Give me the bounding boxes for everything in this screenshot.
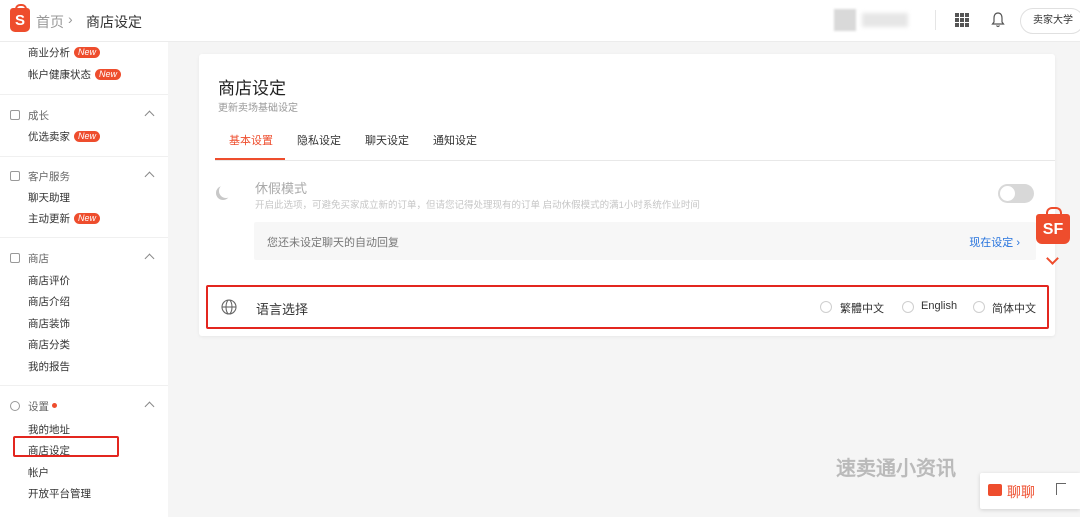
growth-icon xyxy=(10,110,20,120)
new-badge: New xyxy=(74,47,101,58)
sidebar-divider xyxy=(0,156,168,157)
bell-icon[interactable] xyxy=(991,12,1005,28)
radio-label-simplified-chinese[interactable]: 简体中文 xyxy=(992,300,1036,316)
tab-notification-settings[interactable]: 通知设定 xyxy=(433,132,477,148)
chat-button[interactable]: 聊聊 xyxy=(980,473,1080,509)
new-badge: New xyxy=(74,131,101,142)
shop-icon xyxy=(10,253,20,263)
sidebar-item-chat-assistant[interactable]: 聊天助理 xyxy=(28,190,70,205)
sidebar-item-account[interactable]: 帐户 xyxy=(28,465,49,480)
sidebar-item-proactive-update[interactable]: 主动更新 New xyxy=(28,211,101,226)
chevron-up-icon[interactable] xyxy=(144,253,155,264)
gear-icon xyxy=(10,401,20,411)
sidebar-divider xyxy=(0,385,168,386)
top-bar: S 首页 › 商店设定 卖家大学 xyxy=(0,0,1080,42)
highlight-box-shop-settings xyxy=(13,436,119,457)
sidebar-item-my-reports[interactable]: 我的报告 xyxy=(28,359,70,374)
sidebar-item-open-platform[interactable]: 开放平台管理 xyxy=(28,486,91,501)
watermark: 速卖通小资讯 xyxy=(836,458,956,480)
radio-english[interactable] xyxy=(902,301,914,313)
new-badge: New xyxy=(74,213,101,224)
chevron-up-icon[interactable] xyxy=(144,401,155,412)
vacation-mode-description: 开启此选项，可避免买家成立新的订单，但请您记得处理现有的订单 启动休假模式的满1… xyxy=(255,200,700,211)
page-subtitle: 更新卖场基础设定 xyxy=(218,103,298,114)
radio-label-traditional-chinese[interactable]: 繁體中文 xyxy=(840,300,884,316)
vacation-mode-title: 休假模式 xyxy=(255,181,308,196)
sidebar-item-business-insights[interactable]: 商业分析 New xyxy=(28,45,101,60)
breadcrumb-home[interactable]: 首页 xyxy=(36,12,64,32)
sidebar-group-settings[interactable]: 设置 xyxy=(10,399,57,414)
auto-reply-notice-text: 您还未设定聊天的自动回复 xyxy=(267,237,399,249)
auto-reply-notice: 您还未设定聊天的自动回复 现在设定 › xyxy=(254,222,1036,260)
sf-shopping-bag-icon[interactable]: SF xyxy=(1036,207,1070,244)
moon-icon xyxy=(219,184,233,198)
radio-label-english[interactable]: English xyxy=(921,300,957,312)
vacation-mode-toggle[interactable] xyxy=(998,184,1034,203)
sidebar-item-preferred-seller[interactable]: 优选卖家 New xyxy=(28,129,101,144)
customer-service-icon xyxy=(10,171,20,181)
setup-now-link[interactable]: 现在设定 › xyxy=(969,234,1020,250)
minimize-icon[interactable] xyxy=(1056,483,1066,495)
shopee-logo-icon[interactable]: S xyxy=(10,4,30,32)
account-name-blurred[interactable] xyxy=(862,13,908,27)
chat-label: 聊聊 xyxy=(1007,484,1035,500)
chevron-up-icon[interactable] xyxy=(144,110,155,121)
sidebar-divider xyxy=(0,94,168,95)
sidebar-item-shop-category[interactable]: 商店分类 xyxy=(28,337,70,352)
chevron-up-icon[interactable] xyxy=(144,171,155,182)
sidebar-group-growth[interactable]: 成长 xyxy=(10,108,49,123)
sidebar-group-shop[interactable]: 商店 xyxy=(10,251,49,266)
shop-settings-card: 商店设定 更新卖场基础设定 基本设置 隐私设定 聊天设定 通知设定 休假模式 开… xyxy=(199,54,1055,336)
sidebar-item-shop-profile[interactable]: 商店介绍 xyxy=(28,294,70,309)
sidebar: 商业分析 New 帐户健康状态 New 成长 优选卖家 New 客户服务 聊天助理 主… xyxy=(0,42,168,517)
chat-icon xyxy=(988,484,1002,496)
breadcrumb-current: 商店设定 xyxy=(86,14,142,30)
sidebar-item-shop-rating[interactable]: 商店评价 xyxy=(28,273,70,288)
radio-simplified-chinese[interactable] xyxy=(973,301,985,313)
sidebar-item-shop-decoration[interactable]: 商店装饰 xyxy=(28,316,70,331)
tab-privacy-settings[interactable]: 隐私设定 xyxy=(297,132,341,148)
toggle-knob xyxy=(1000,186,1015,201)
notification-dot xyxy=(52,403,57,408)
sidebar-group-customer-service[interactable]: 客户服务 xyxy=(10,169,70,184)
settings-tabs: 基本设置 隐私设定 聊天设定 通知设定 xyxy=(215,128,1055,161)
header-divider xyxy=(935,10,936,30)
page-title: 商店设定 xyxy=(218,79,286,98)
tab-chat-settings[interactable]: 聊天设定 xyxy=(365,132,409,148)
language-selection-label: 语言选择 xyxy=(256,302,309,317)
sidebar-item-account-health[interactable]: 帐户健康状态 New xyxy=(28,67,122,82)
avatar[interactable] xyxy=(834,9,856,31)
seller-university-button[interactable]: 卖家大学 xyxy=(1020,8,1080,34)
sidebar-item-my-address[interactable]: 我的地址 xyxy=(28,422,70,437)
breadcrumb-separator: › xyxy=(68,11,73,27)
active-tab-indicator xyxy=(215,158,285,160)
new-badge: New xyxy=(95,69,122,80)
radio-traditional-chinese[interactable] xyxy=(820,301,832,313)
tab-basic-settings[interactable]: 基本设置 xyxy=(229,132,273,148)
sidebar-divider xyxy=(0,237,168,238)
globe-icon xyxy=(221,299,237,315)
apps-grid-icon[interactable] xyxy=(955,13,969,27)
language-selection-row: 语言选择 繁體中文 English 简体中文 xyxy=(206,285,1049,329)
